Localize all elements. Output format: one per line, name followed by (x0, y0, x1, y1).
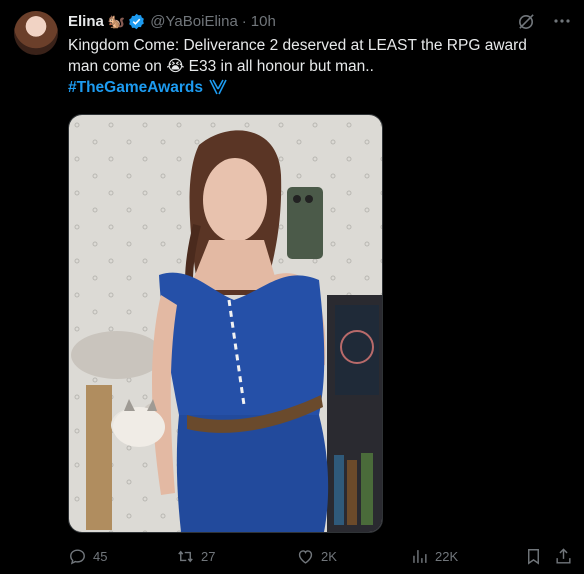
tweet-text: Kingdom Come: Deliverance 2 deserved at … (68, 35, 576, 98)
reply-icon (70, 548, 85, 565)
tweet-text-line-1: Kingdom Come: Deliverance 2 deserved at … (68, 37, 527, 54)
retweet-count: 27 (201, 548, 216, 564)
reply-button[interactable]: 45 (68, 547, 107, 566)
share-icon (556, 547, 571, 564)
views-button[interactable]: 22K (410, 547, 458, 566)
retweet-button[interactable]: 27 (176, 547, 215, 566)
hashtag-link[interactable]: #TheGameAwards (68, 79, 203, 96)
more-icon[interactable] (552, 11, 572, 31)
like-count: 2K (321, 548, 337, 564)
reply-count: 45 (93, 548, 108, 564)
game-awards-icon (209, 79, 227, 95)
squirrel-emoji: 🐿️ (107, 12, 126, 29)
avatar[interactable] (14, 11, 58, 55)
grok-icon[interactable] (516, 11, 536, 31)
bookmark-icon (528, 548, 539, 565)
tweet-text-line-2: man come on 😭 E33 in all honour but man.… (68, 58, 374, 75)
like-button[interactable]: 2K (296, 547, 337, 566)
heart-icon (298, 549, 313, 564)
timestamp[interactable]: 10h (251, 13, 276, 30)
action-bar: 45 27 2K 22K (68, 545, 576, 567)
views-count: 22K (435, 548, 459, 564)
header-actions (516, 11, 572, 31)
author-name[interactable]: Elina (68, 13, 104, 30)
separator-dot: · (241, 12, 247, 30)
verified-badge-icon (129, 13, 145, 29)
tweet-photo[interactable] (68, 114, 383, 533)
share-button[interactable] (554, 547, 579, 566)
views-icon (413, 549, 427, 563)
tweet-header: Elina 🐿️ @YaBoiElina · 10h (68, 10, 572, 32)
retweet-icon (178, 550, 193, 562)
bookmark-button[interactable] (524, 547, 549, 566)
author-handle[interactable]: @YaBoiElina (150, 13, 238, 30)
